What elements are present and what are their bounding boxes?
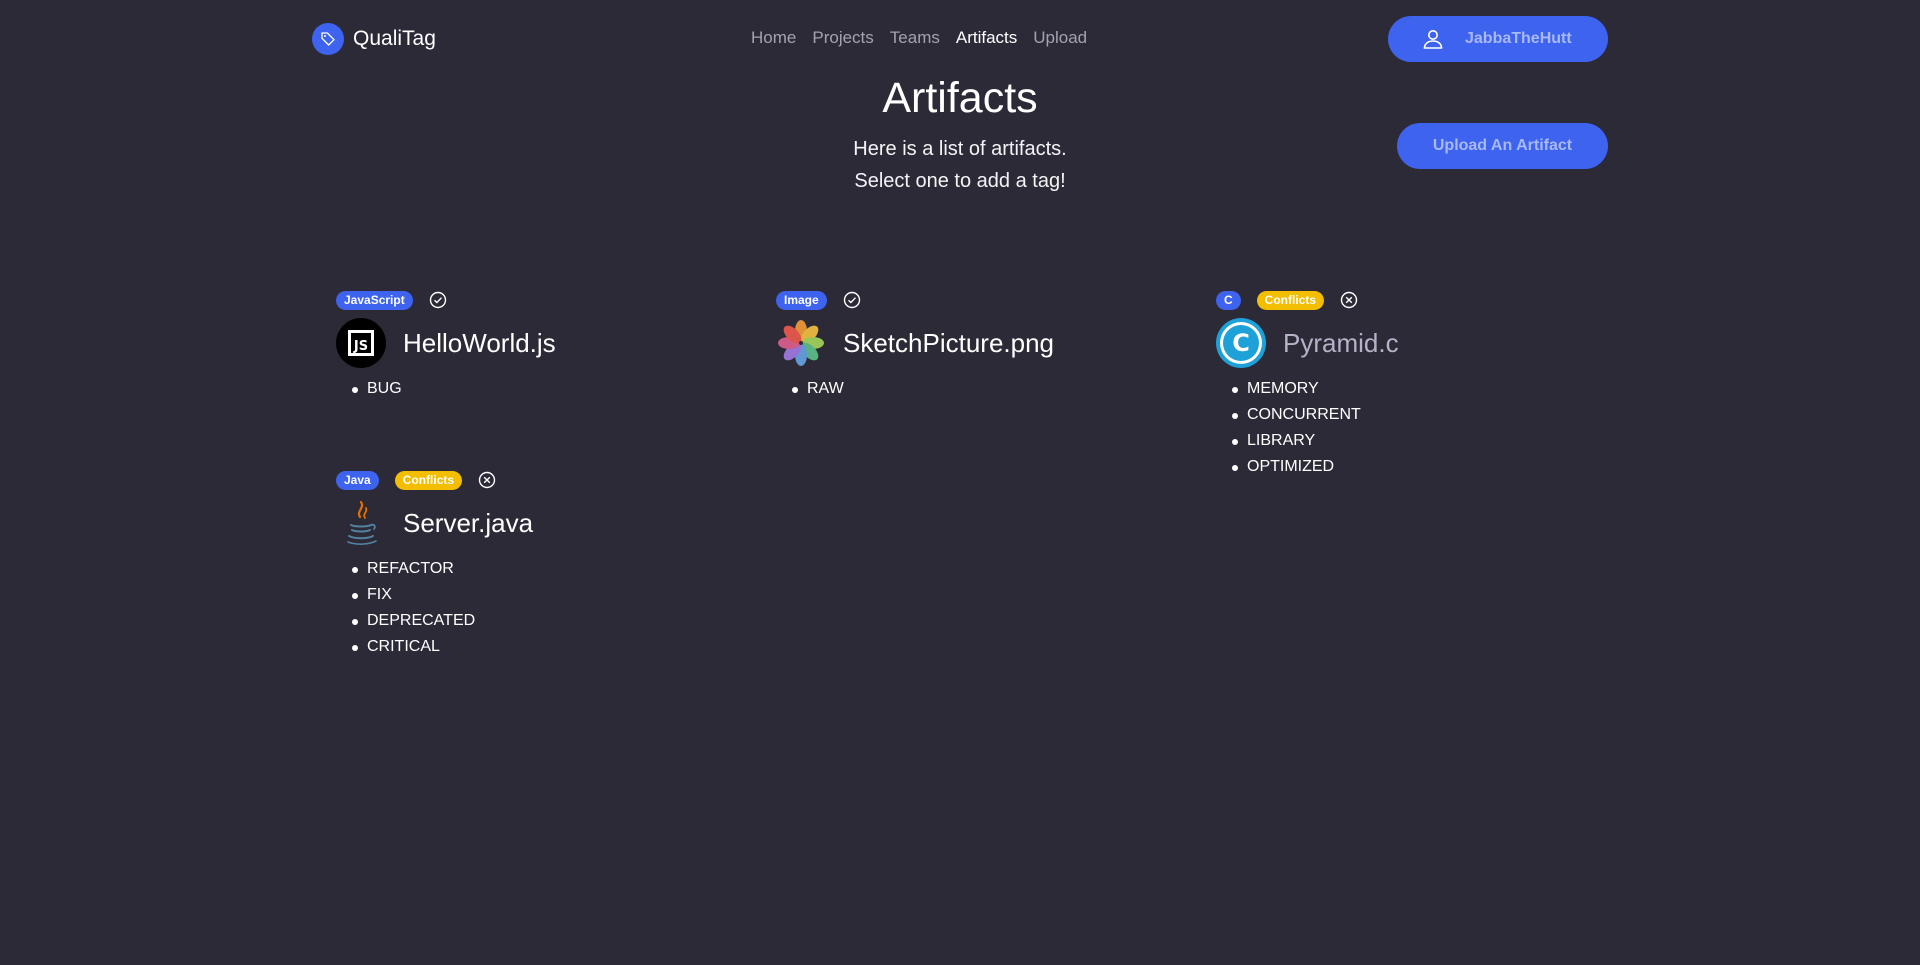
nav-artifacts[interactable]: Artifacts (956, 28, 1017, 48)
tag-item: BUG (352, 376, 556, 402)
nav-projects[interactable]: Projects (812, 28, 873, 48)
tag-item: CRITICAL (352, 634, 533, 660)
artifact-card-sketchpicture: Image SketchPicture.png RAW (776, 290, 1054, 402)
brand-name: QualiTag (353, 27, 436, 50)
page-subtitle-line2: Select one to add a tag! (854, 170, 1066, 192)
artifact-name: Pyramid.c (1283, 327, 1399, 358)
conflicts-badge: Conflicts (1256, 290, 1325, 310)
java-icon (336, 498, 386, 548)
user-icon (1421, 27, 1445, 51)
x-circle-icon (478, 471, 496, 489)
language-badge: Image (776, 290, 827, 310)
tag-item: OPTIMIZED (1232, 454, 1399, 480)
nav-upload[interactable]: Upload (1033, 28, 1087, 48)
javascript-icon: JS (336, 318, 386, 368)
c-language-icon: C (1216, 318, 1266, 368)
check-circle-icon (429, 291, 447, 309)
tag-item: RAW (792, 376, 1054, 402)
conflicts-badge: Conflicts (394, 470, 463, 490)
tag-item: FIX (352, 582, 533, 608)
artifact-card-helloworld: JavaScript JS HelloWorld.js BUG (336, 290, 556, 402)
svg-text:JS: JS (353, 339, 368, 354)
tag-item: CONCURRENT (1232, 402, 1399, 428)
artifact-card-pyramid: C Conflicts C Pyramid.c MEMORY CONCURREN… (1216, 290, 1399, 480)
language-badge: Java (336, 470, 379, 490)
artifact-link[interactable]: C Pyramid.c (1216, 318, 1399, 368)
tag-list: MEMORY CONCURRENT LIBRARY OPTIMIZED (1216, 376, 1399, 480)
tag-icon (312, 23, 344, 55)
tag-list: RAW (776, 376, 1054, 402)
svg-text:C: C (1232, 329, 1250, 357)
user-menu-button[interactable]: JabbaTheHutt (1388, 16, 1608, 62)
artifact-link[interactable]: Server.java (336, 498, 533, 548)
tag-item: LIBRARY (1232, 428, 1399, 454)
nav-home[interactable]: Home (751, 28, 796, 48)
user-name: JabbaTheHutt (1465, 30, 1572, 47)
artifact-name: Server.java (403, 507, 534, 538)
artifact-link[interactable]: JS HelloWorld.js (336, 318, 556, 368)
page-subtitle-line1: Here is a list of artifacts. (853, 138, 1067, 160)
artifact-card-server: Java Conflicts Server.java REFACTOR FIX … (336, 470, 533, 660)
navbar: QualiTag Home Projects Teams Artifacts U… (0, 0, 1920, 78)
tag-list: BUG (336, 376, 556, 402)
brand-link[interactable]: QualiTag (312, 23, 436, 55)
nav-teams[interactable]: Teams (890, 28, 940, 48)
upload-artifact-button[interactable]: Upload An Artifact (1397, 123, 1608, 169)
artifact-name: HelloWorld.js (403, 327, 556, 358)
x-circle-icon (1340, 291, 1358, 309)
tag-item: DEPRECATED (352, 608, 533, 634)
language-badge: JavaScript (336, 290, 413, 310)
language-badge: C (1216, 290, 1241, 310)
tag-item: REFACTOR (352, 556, 533, 582)
tag-item: MEMORY (1232, 376, 1399, 402)
main-nav: Home Projects Teams Artifacts Upload (751, 28, 1087, 48)
page-title: Artifacts (882, 74, 1038, 122)
photos-icon (776, 318, 826, 368)
artifact-name: SketchPicture.png (843, 327, 1055, 358)
check-circle-icon (843, 291, 861, 309)
tag-list: REFACTOR FIX DEPRECATED CRITICAL (336, 556, 533, 660)
artifact-link[interactable]: SketchPicture.png (776, 318, 1054, 368)
